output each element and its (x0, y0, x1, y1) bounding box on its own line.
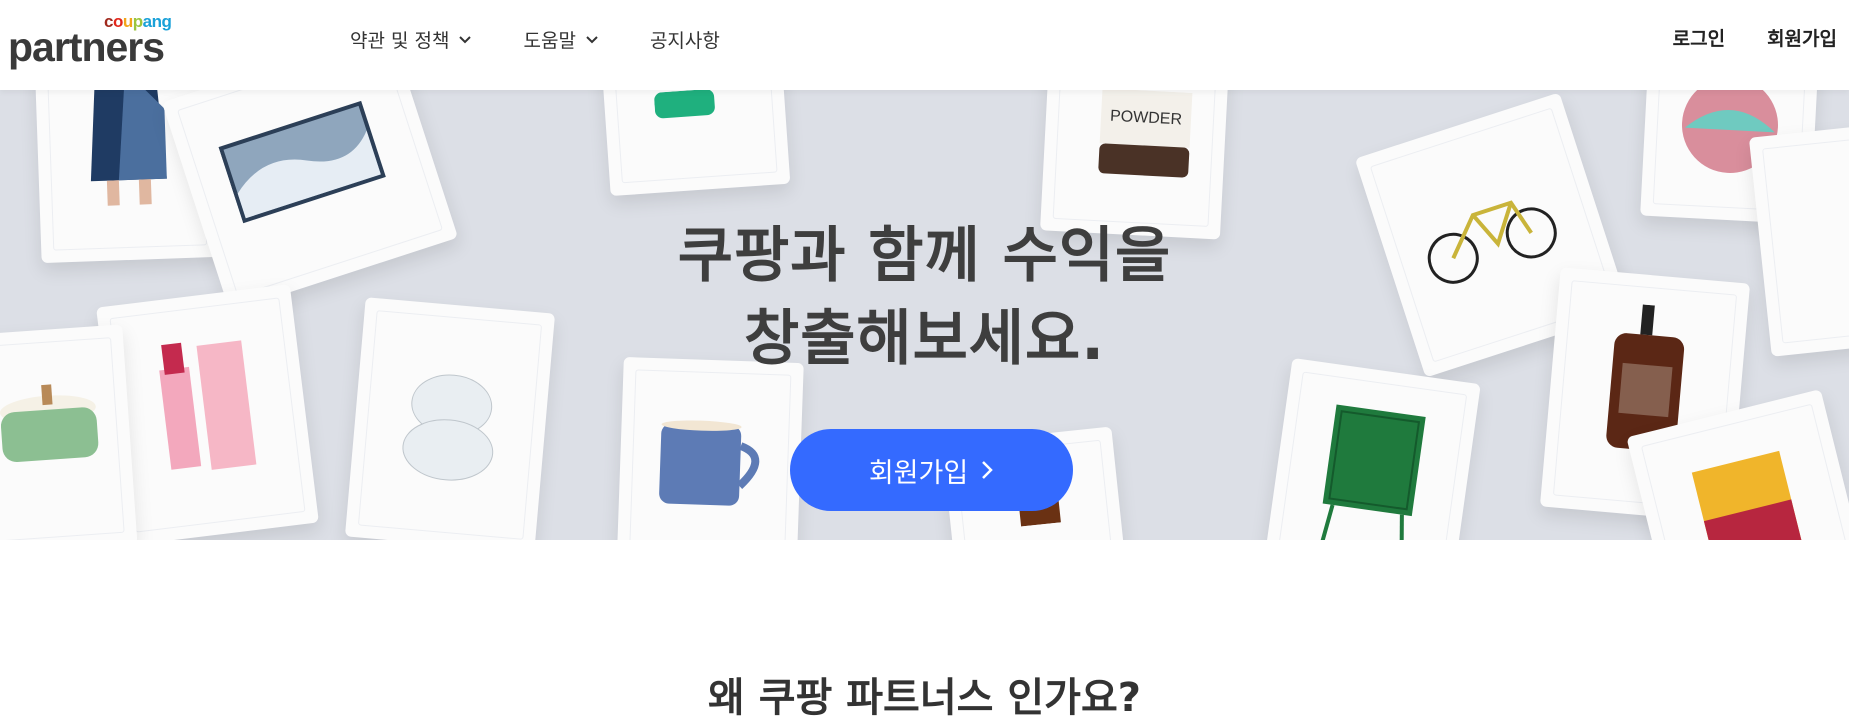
nav-item-label: 약관 및 정책 (350, 29, 450, 52)
nav-item-help[interactable]: 도움말 (523, 26, 599, 53)
signup-link[interactable]: 회원가입 (1767, 24, 1837, 51)
nav-item-label: 공지사항 (649, 29, 720, 52)
site-header: coupang partners 약관 및 정책 도움말 공지사항 로그인 회원… (0, 0, 1849, 90)
partners-wordmark: partners (8, 24, 165, 70)
why-partners-title: 왜 쿠팡 파트너스 인가요? (708, 675, 1141, 721)
coupang-partners-logo[interactable]: coupang partners (8, 12, 178, 72)
powder-jar-image: POWDER (1098, 90, 1193, 178)
product-card-mug (616, 356, 804, 540)
chevron-down-icon (459, 36, 472, 44)
auth-links: 로그인 회원가입 (1631, 24, 1837, 51)
hero-banner: POWDER 쿠팡과 함께 수익을 창출해보세요. 회원가입 (0, 90, 1849, 540)
product-card-top-1 (599, 90, 791, 197)
chevron-right-icon (982, 461, 993, 479)
hero-title-line-1: 쿠팡과 함께 수익을 (677, 221, 1172, 291)
green-bag-image (654, 90, 715, 119)
mug-image (659, 420, 760, 506)
pot-image (0, 384, 99, 463)
nav-item-notices[interactable]: 공지사항 (650, 26, 720, 53)
hero-signup-button[interactable]: 회원가입 (790, 429, 1073, 511)
login-link[interactable]: 로그인 (1673, 24, 1725, 51)
nav-item-terms-policy[interactable]: 약관 및 정책 (350, 26, 473, 53)
nav-item-label: 도움말 (523, 29, 576, 52)
chevron-down-icon (586, 36, 598, 44)
main-nav: 약관 및 정책 도움말 공지사항 (350, 24, 770, 54)
hero-title-line-2: 창출해보세요. (744, 304, 1105, 374)
hero-title: 쿠팡과 함께 수익을 창출해보세요. (0, 215, 1849, 381)
product-card-cabinet (1259, 357, 1481, 540)
cabinet-image (1318, 404, 1426, 540)
hero-signup-label: 회원가입 (868, 457, 969, 489)
